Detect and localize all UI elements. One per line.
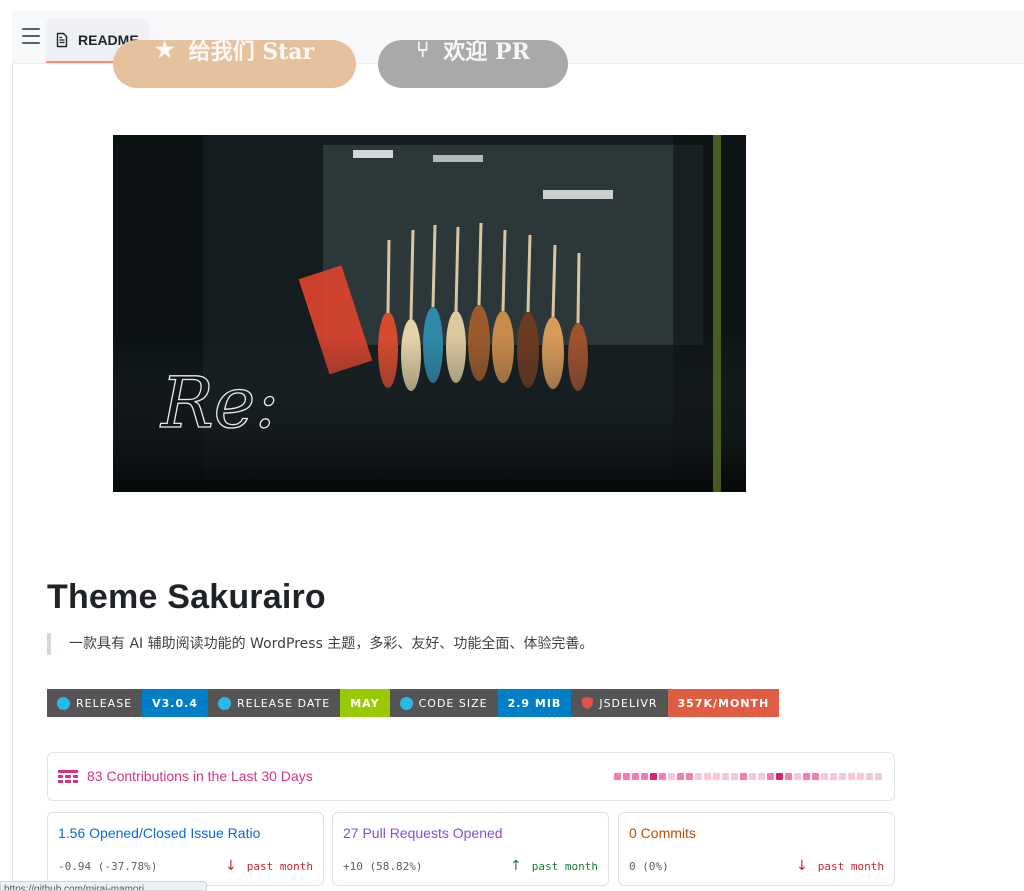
heatmap-cell <box>839 773 846 780</box>
logo-icon <box>217 696 231 710</box>
badge-3-label[interactable]: JSDELIVR <box>571 689 668 717</box>
badge-2-value[interactable]: 2.9 MIB <box>497 689 572 717</box>
heatmap-cell <box>758 773 765 780</box>
heatmap-cell <box>695 773 702 780</box>
star-us-label: 给我们 Star <box>188 40 315 65</box>
commits-title: 0 Commits <box>629 825 696 841</box>
heatmap-cell <box>866 773 873 780</box>
heatmap-cell <box>614 773 621 780</box>
heatmap-cell <box>677 773 684 780</box>
commits-delta: 0 (0%) <box>629 860 669 873</box>
arrow-up-icon: ↑ <box>510 858 522 874</box>
heatmap-cell <box>785 773 792 780</box>
badge-3-value[interactable]: 357K/MONTH <box>667 689 780 717</box>
badge-1-value[interactable]: MAY <box>340 689 390 717</box>
pull-requests-trend-label: past month <box>531 859 598 873</box>
heatmap-cell <box>749 773 756 780</box>
heatmap-cell <box>794 773 801 780</box>
description-quote: 一款具有 AI 辅助阅读功能的 WordPress 主题，多彩、友好、功能全面、… <box>47 633 593 655</box>
pull-requests-title: 27 Pull Requests Opened <box>343 825 503 841</box>
pull-requests-delta: +10 (58.82%) <box>343 860 423 873</box>
badge-label-text: CODE SIZE <box>418 696 488 710</box>
star-us-button[interactable]: ★ 给我们 Star <box>113 40 356 88</box>
heatmap-cell <box>767 773 774 780</box>
badge-label-text: RELEASE <box>76 696 133 710</box>
issue-ratio-trend-label: past month <box>246 859 313 873</box>
heatmap-cell <box>812 773 819 780</box>
pull-requests-card: 27 Pull Requests Opened +10 (58.82%) ↑ p… <box>332 812 609 886</box>
heatmap-cell <box>848 773 855 780</box>
issue-ratio-card: 1.56 Opened/Closed Issue Ratio -0.94 (-3… <box>47 812 324 886</box>
welcome-pr-label: 欢迎 PR <box>443 40 530 65</box>
heatmap-cell <box>650 773 657 780</box>
heatmap-cell <box>623 773 630 780</box>
issue-ratio-title: 1.56 Opened/Closed Issue Ratio <box>58 825 261 841</box>
commits-trend: ↓ past month <box>796 858 884 874</box>
badge-0-label[interactable]: RELEASE <box>47 689 143 717</box>
pull-requests-trend: ↑ past month <box>510 858 598 874</box>
heatmap-cell <box>704 773 711 780</box>
heatmap-cell <box>875 773 882 780</box>
pull-request-icon: ⑂ <box>416 40 430 63</box>
issue-ratio-delta: -0.94 (-37.78%) <box>58 860 158 873</box>
heatmap-cell <box>857 773 864 780</box>
badge-label-text: JSDELIVR <box>599 696 658 710</box>
contributions-card: 83 Contributions in the Last 30 Days <box>47 752 895 801</box>
heatmap-cell <box>803 773 810 780</box>
badge-1-label[interactable]: RELEASE DATE <box>207 689 341 717</box>
star-icon: ★ <box>154 40 175 63</box>
commits-card: 0 Commits 0 (0%) ↓ past month <box>618 812 895 886</box>
banner-signature: Re: <box>159 362 279 444</box>
heatmap-cell <box>668 773 675 780</box>
heatmap-cell <box>821 773 828 780</box>
badge-2-label[interactable]: CODE SIZE <box>389 689 498 717</box>
heatmap-cell <box>722 773 729 780</box>
arrow-down-icon: ↓ <box>225 858 237 874</box>
outline-menu-icon[interactable] <box>22 28 40 44</box>
heatmap-cell <box>740 773 747 780</box>
welcome-pr-button[interactable]: ⑂ 欢迎 PR <box>378 40 568 88</box>
heatmap-cell <box>632 773 639 780</box>
heatmap-cell <box>731 773 738 780</box>
banner-image: Re: <box>113 135 746 492</box>
arrow-down-icon: ↓ <box>796 858 808 874</box>
file-icon <box>56 32 68 48</box>
calendar-grid-icon <box>58 770 78 783</box>
contribution-heatmap <box>614 773 882 780</box>
badge-row: RELEASE V3.0.4 RELEASE DATE MAY CODE SIZE 2.9… <box>47 689 780 717</box>
logo-icon <box>57 696 70 710</box>
link-status-bar: https://github.com/mirai-mamori <box>0 881 207 891</box>
badge-0-value[interactable]: V3.0.4 <box>142 689 208 717</box>
left-border <box>12 10 13 891</box>
heatmap-cell <box>686 773 693 780</box>
page-title: Theme Sakurairo <box>47 578 326 616</box>
shield-icon <box>581 696 594 710</box>
logo-icon <box>399 696 413 710</box>
heatmap-cell <box>776 773 783 780</box>
issue-ratio-trend: ↓ past month <box>225 858 313 874</box>
commits-trend-label: past month <box>817 859 884 873</box>
heatmap-cell <box>659 773 666 780</box>
contributions-text: 83 Contributions in the Last 30 Days <box>87 768 313 784</box>
heatmap-cell <box>713 773 720 780</box>
badge-label-text: RELEASE DATE <box>236 696 331 710</box>
heatmap-cell <box>641 773 648 780</box>
heatmap-cell <box>830 773 837 780</box>
